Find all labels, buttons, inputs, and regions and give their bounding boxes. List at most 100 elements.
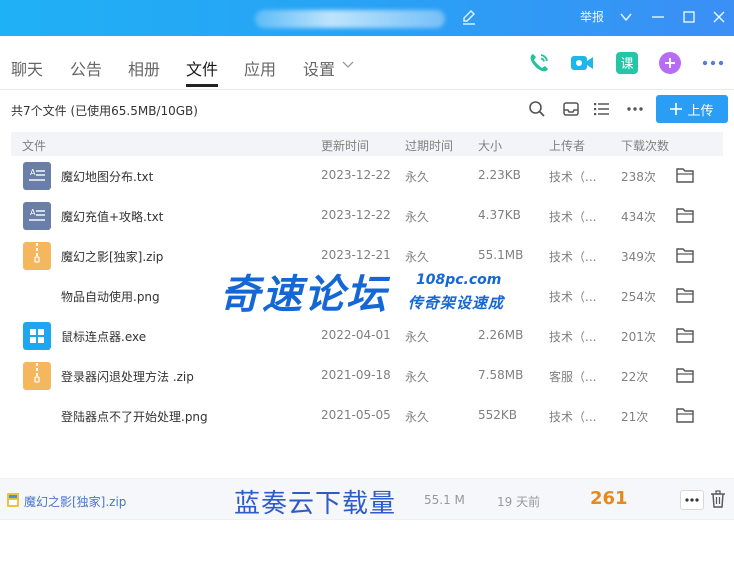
upload-label: 上传 (687, 103, 714, 119)
active-tab-indicator (186, 84, 218, 87)
file-name[interactable]: 鼠标连点器.exe (61, 328, 146, 345)
file-size: 2.26MB (478, 328, 524, 342)
file-uploader: 技术（... (549, 410, 597, 424)
list-view-icon[interactable] (592, 99, 612, 119)
trash-icon[interactable] (710, 490, 726, 508)
download-count-label: 蓝奏云下载量 (234, 489, 397, 519)
group-name-blurred (255, 10, 445, 28)
file-size: 55.1MB (478, 248, 524, 262)
file-expires: 永久 (405, 370, 430, 384)
file-expires: 永久 (405, 330, 430, 344)
minimize-icon[interactable] (648, 7, 668, 27)
tab-settings[interactable]: 设置 (303, 56, 335, 80)
header-uploader[interactable]: 上传者 (549, 137, 585, 154)
file-expires: 永久 (405, 210, 430, 224)
zip-file-icon (7, 493, 19, 507)
tab-apps[interactable]: 应用 (244, 56, 276, 80)
table-row[interactable]: A 魔幻地图分布.txt 2023-12-22 永久 2.23KB 技术（...… (11, 156, 723, 196)
folder-icon[interactable] (675, 326, 695, 344)
file-name[interactable]: 魔幻地图分布.txt (61, 168, 153, 185)
plus-icon (670, 103, 683, 115)
folder-icon[interactable] (675, 166, 695, 184)
more-button[interactable] (680, 490, 704, 510)
more-options-icon[interactable] (625, 99, 645, 119)
search-icon[interactable] (527, 99, 547, 119)
maximize-icon[interactable] (679, 7, 699, 27)
file-downloads: 21次 (621, 410, 649, 424)
file-uploader: 技术（... (549, 330, 597, 344)
download-file-link[interactable]: 魔幻之影[独家].zip (24, 493, 126, 510)
folder-icon[interactable] (675, 246, 695, 264)
folder-icon[interactable] (675, 366, 695, 384)
file-downloads: 254次 (621, 290, 656, 304)
header-size[interactable]: 大小 (478, 137, 502, 154)
file-name[interactable]: 魔幻之影[独家].zip (61, 248, 163, 265)
chevron-down-icon[interactable] (616, 7, 636, 27)
more-dots-icon (685, 498, 699, 502)
file-updated: 2021-05-05 (321, 408, 391, 422)
add-app-icon[interactable] (657, 50, 683, 76)
tab-files[interactable]: 文件 (186, 56, 218, 80)
download-file-size: 55.1 M (424, 493, 465, 507)
file-size: 2.23KB (478, 168, 521, 182)
table-header: 文件 更新时间 过期时间 大小 上传者 下载次数 (11, 132, 723, 156)
file-name[interactable]: 登陆器点不了开始处理.png (61, 408, 208, 425)
exe-file-icon (23, 322, 51, 350)
file-uploader: 技术（... (549, 290, 597, 304)
table-row[interactable]: 登陆器点不了开始处理.png 2021-05-05 永久 552KB 技术（..… (11, 396, 723, 436)
more-icon[interactable] (700, 50, 726, 76)
tab-announcement[interactable]: 公告 (70, 56, 102, 80)
header-downloads[interactable]: 下载次数 (621, 137, 669, 154)
file-downloads: 434次 (621, 210, 656, 224)
folder-icon[interactable] (675, 206, 695, 224)
table-row[interactable]: 魔幻之影[独家].zip 2023-12-21 永久 55.1MB 技术（...… (11, 236, 723, 276)
file-downloads: 349次 (621, 250, 656, 264)
tab-chat[interactable]: 聊天 (11, 56, 43, 80)
download-count: 261 (590, 488, 628, 509)
folder-icon[interactable] (675, 406, 695, 424)
svg-text:A: A (30, 208, 36, 217)
class-icon[interactable]: 课 (614, 50, 640, 76)
zip-file-icon (23, 242, 51, 270)
header-expires[interactable]: 过期时间 (405, 137, 453, 154)
file-uploader: 技术（... (549, 170, 597, 184)
storage-summary: 共7个文件 (已使用65.5MB/10GB) (11, 104, 198, 118)
upload-button[interactable]: 上传 (656, 95, 728, 123)
file-updated: 2023-12-22 (321, 168, 391, 182)
title-bar: 举报 (0, 0, 734, 36)
table-row[interactable]: 鼠标连点器.exe 2022-04-01 永久 2.26MB 技术（... 20… (11, 316, 723, 356)
inbox-icon[interactable] (561, 99, 581, 119)
phone-icon[interactable] (526, 50, 552, 76)
file-updated: 2023-12-22 (321, 208, 391, 222)
folder-icon[interactable] (675, 286, 695, 304)
edit-icon[interactable] (460, 8, 478, 26)
video-icon[interactable] (569, 50, 595, 76)
file-name[interactable]: 物品自动使用.png (61, 288, 160, 305)
zip-file-icon (23, 362, 51, 390)
chevron-down-icon[interactable] (342, 60, 354, 70)
table-row[interactable]: 登录器闪退处理方法 .zip 2021-09-18 永久 7.58MB 客服（.… (11, 356, 723, 396)
tab-album[interactable]: 相册 (128, 56, 160, 80)
file-expires: 永久 (405, 410, 430, 424)
file-downloads: 238次 (621, 170, 656, 184)
file-updated: 2023-12-21 (321, 248, 391, 262)
file-updated: 2022-04-01 (321, 328, 391, 342)
file-expires: 永久 (405, 170, 430, 184)
text-file-icon: A (23, 202, 51, 230)
close-icon[interactable] (709, 7, 729, 27)
file-size: 7.58MB (478, 368, 524, 382)
text-file-icon: A (23, 162, 51, 190)
header-updated[interactable]: 更新时间 (321, 137, 369, 154)
svg-text:A: A (30, 168, 36, 177)
file-expires: 永久 (405, 250, 430, 264)
file-downloads: 22次 (621, 370, 649, 384)
table-row[interactable]: A 魔幻充值+攻略.txt 2023-12-22 永久 4.37KB 技术（..… (11, 196, 723, 236)
file-name[interactable]: 魔幻充值+攻略.txt (61, 208, 163, 225)
table-row[interactable]: 物品自动使用.png 技术（... 254次 (11, 276, 723, 316)
file-updated: 2021-09-18 (321, 368, 391, 382)
svg-text:课: 课 (620, 57, 633, 72)
report-link[interactable]: 举报 (580, 8, 604, 25)
download-bar: 魔幻之影[独家].zip 蓝奏云下载量 55.1 M 19 天前 261 (0, 478, 734, 520)
header-file[interactable]: 文件 (22, 137, 46, 154)
file-name[interactable]: 登录器闪退处理方法 .zip (61, 368, 194, 385)
